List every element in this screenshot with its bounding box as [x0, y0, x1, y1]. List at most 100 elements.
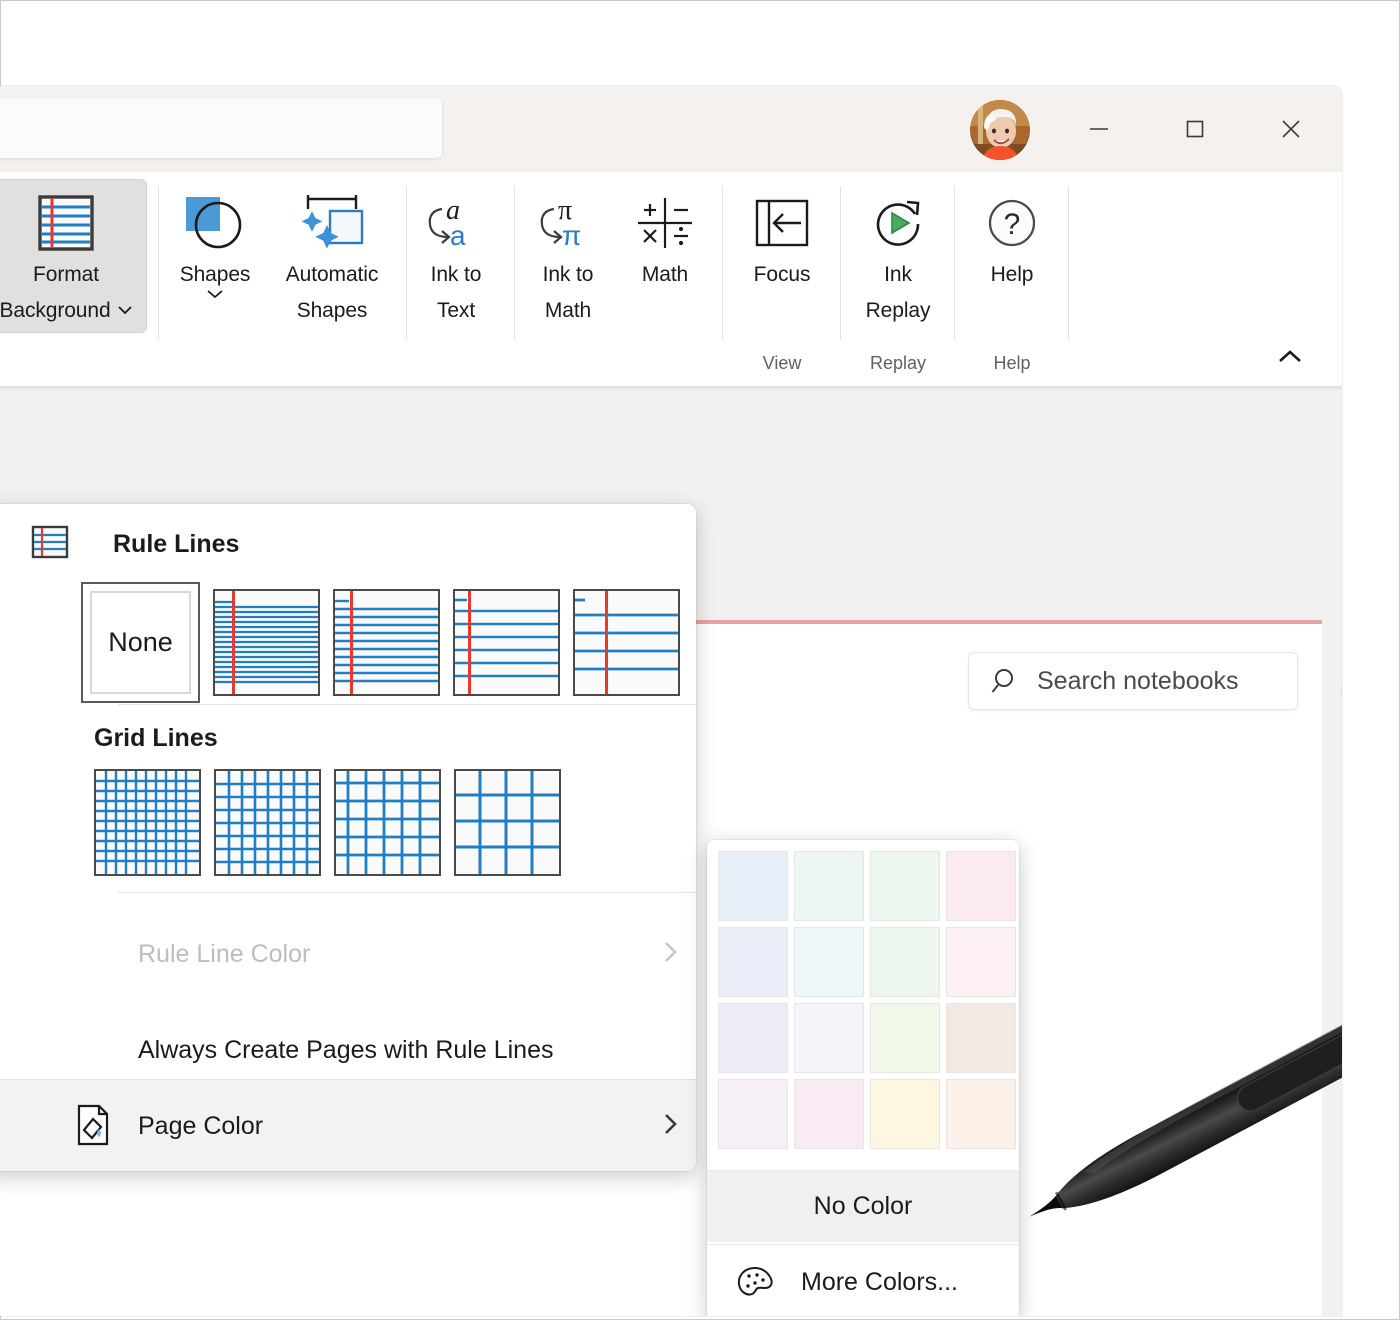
minimize-icon — [1086, 116, 1112, 142]
svg-text:a: a — [450, 220, 466, 251]
maximize-button[interactable] — [1164, 100, 1226, 158]
ribbon: ert ce — [0, 172, 1342, 386]
ribbon-separator — [954, 186, 955, 340]
menu-item-label: Rule Line Color — [138, 940, 310, 969]
ribbon-button-help[interactable]: ? Help — [962, 180, 1062, 290]
ribbon-button-label: Help — [991, 260, 1034, 290]
expand-button[interactable] — [1334, 664, 1342, 704]
avatar[interactable] — [970, 100, 1030, 160]
top-search-box[interactable] — [0, 98, 442, 158]
color-swatch[interactable] — [867, 1076, 943, 1152]
menu-item-rule-line-color[interactable]: Rule Line Color — [0, 916, 696, 992]
ribbon-button-label: Math — [642, 260, 688, 290]
palette-icon — [735, 1264, 777, 1302]
color-swatch[interactable] — [715, 1076, 791, 1152]
maximize-icon — [1182, 116, 1208, 142]
ribbon-button-label2: Math — [545, 296, 591, 326]
color-swatch[interactable] — [943, 848, 1019, 924]
ink-to-text-icon: a a — [420, 192, 492, 254]
search-notebooks-input[interactable]: Search notebooks — [968, 652, 1298, 710]
color-swatch[interactable] — [791, 1000, 867, 1076]
ribbon-separator — [514, 186, 515, 340]
color-swatch[interactable] — [791, 848, 867, 924]
ribbon-button-ink-replay[interactable]: Ink Replay — [848, 180, 948, 326]
page-color-icon — [69, 1102, 113, 1153]
chevron-up-icon — [1276, 348, 1304, 366]
ribbon-button-automatic-shapes[interactable]: Automatic Shapes — [268, 180, 396, 326]
ribbon-button-label: Focus — [754, 260, 811, 290]
no-color-button[interactable]: No Color — [707, 1170, 1019, 1242]
rule-line-option-2[interactable] — [333, 589, 440, 696]
ribbon-separator — [840, 186, 841, 340]
menu-divider — [118, 704, 696, 705]
minimize-button[interactable] — [1068, 100, 1130, 158]
onenote-app-window: ert ce — [0, 86, 1342, 1316]
rule-line-none-label: None — [90, 591, 191, 694]
grid-line-option-1[interactable] — [94, 769, 201, 876]
ribbon-button-format-background[interactable]: Format Background — [0, 180, 146, 332]
ribbon-group-replay: Ink Replay Replay — [842, 172, 954, 386]
ribbon-button-label: Ink to — [543, 260, 594, 290]
ribbon-button-ink-to-math[interactable]: π π Ink to Math — [522, 180, 614, 326]
color-swatch[interactable] — [943, 1076, 1019, 1152]
color-swatch[interactable] — [943, 924, 1019, 1000]
rule-line-option-1[interactable] — [213, 589, 320, 696]
menu-item-page-color[interactable]: Page Color — [0, 1079, 696, 1171]
color-swatch[interactable] — [867, 924, 943, 1000]
grid-lines-title: Grid Lines — [94, 724, 218, 753]
menu-item-label: Always Create Pages with Rule Lines — [138, 1036, 553, 1065]
close-button[interactable] — [1260, 100, 1322, 158]
margin-line — [350, 591, 353, 694]
grid-line-option-4[interactable] — [454, 769, 561, 876]
ribbon-button-label2: Shapes — [297, 296, 368, 326]
ribbon-button-label2: Background — [0, 296, 111, 326]
color-swatch[interactable] — [867, 848, 943, 924]
color-swatch[interactable] — [715, 848, 791, 924]
search-notebooks-placeholder: Search notebooks — [1037, 667, 1239, 696]
format-background-dropdown: Rule Lines None — [0, 504, 696, 1171]
menu-item-always-create-pages[interactable]: Always Create Pages with Rule Lines — [0, 1012, 696, 1088]
rule-line-option-none[interactable]: None — [81, 582, 200, 703]
grid-line-option-3[interactable] — [334, 769, 441, 876]
more-colors-label: More Colors... — [801, 1268, 958, 1297]
grid-line-option-2[interactable] — [214, 769, 321, 876]
chevron-down-icon — [206, 288, 224, 300]
shapes-icon — [180, 192, 250, 254]
margin-line — [605, 591, 608, 694]
rule-lines-icon — [31, 525, 69, 564]
color-swatch[interactable] — [791, 924, 867, 1000]
margin-line — [232, 591, 235, 694]
ribbon-collapse-button[interactable] — [1273, 344, 1307, 370]
ribbon-separator — [406, 186, 407, 340]
ribbon-button-shapes[interactable]: Shapes — [166, 180, 264, 300]
ink-to-math-icon: π π — [532, 192, 604, 254]
ribbon-button-focus[interactable]: Focus — [732, 180, 832, 290]
more-colors-button[interactable]: More Colors... — [707, 1244, 1019, 1316]
ribbon-button-label: Ink to — [431, 260, 482, 290]
ribbon-group-label-help: Help — [956, 353, 1068, 374]
dropdown-header: Rule Lines — [0, 504, 696, 584]
screenshot-root: ert ce — [0, 0, 1400, 1320]
close-icon — [1278, 116, 1304, 142]
search-icon — [991, 666, 1021, 696]
color-swatch[interactable] — [715, 1000, 791, 1076]
margin-line — [468, 591, 471, 694]
expand-diagonal-icon — [1336, 666, 1342, 702]
page-color-grid — [715, 848, 1019, 1152]
menu-divider — [118, 892, 696, 893]
ribbon-button-math[interactable]: Math — [620, 180, 710, 290]
svg-text:π: π — [562, 220, 581, 251]
color-swatch[interactable] — [943, 1000, 1019, 1076]
rule-line-option-4[interactable] — [573, 589, 680, 696]
color-swatch[interactable] — [791, 1076, 867, 1152]
ribbon-separator — [1068, 186, 1069, 340]
color-swatch[interactable] — [715, 924, 791, 1000]
color-swatch[interactable] — [867, 1000, 943, 1076]
page-color-flyout: No Color More Colors... — [707, 840, 1019, 1316]
chevron-down-icon — [117, 305, 133, 315]
svg-text:?: ? — [1004, 208, 1021, 241]
ribbon-group-help: ? Help Help — [956, 172, 1068, 386]
ribbon-group-view: Focus View — [724, 172, 840, 386]
rule-line-option-3[interactable] — [453, 589, 560, 696]
ribbon-button-ink-to-text[interactable]: a a Ink to Text — [412, 180, 500, 326]
